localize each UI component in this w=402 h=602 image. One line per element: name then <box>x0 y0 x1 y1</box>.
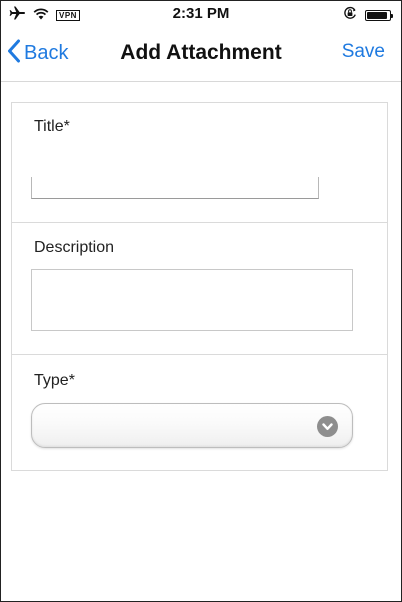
status-bar: VPN 2:31 PM <box>1 1 401 29</box>
type-label: Type* <box>34 372 75 389</box>
attachment-form: Title* Description Type* <box>11 102 388 471</box>
description-label: Description <box>34 239 115 256</box>
description-section: Description <box>12 223 387 355</box>
battery-icon <box>365 10 393 21</box>
status-time: 2:31 PM <box>172 5 230 22</box>
app-screen: VPN 2:31 PM Back Add Attachment Save Tit… <box>0 0 402 602</box>
status-right-group <box>343 6 393 25</box>
type-section: Type* <box>12 355 387 470</box>
title-input[interactable] <box>31 177 319 199</box>
title-label: Title* <box>34 118 70 135</box>
orientation-lock-icon <box>343 6 357 25</box>
chevron-down-icon <box>317 416 338 437</box>
save-button[interactable]: Save <box>342 41 385 63</box>
type-select[interactable] <box>31 403 353 448</box>
battery-level <box>367 12 387 19</box>
navigation-bar: Back Add Attachment Save <box>1 29 401 82</box>
description-input[interactable] <box>31 269 353 331</box>
title-section: Title* <box>12 103 387 223</box>
